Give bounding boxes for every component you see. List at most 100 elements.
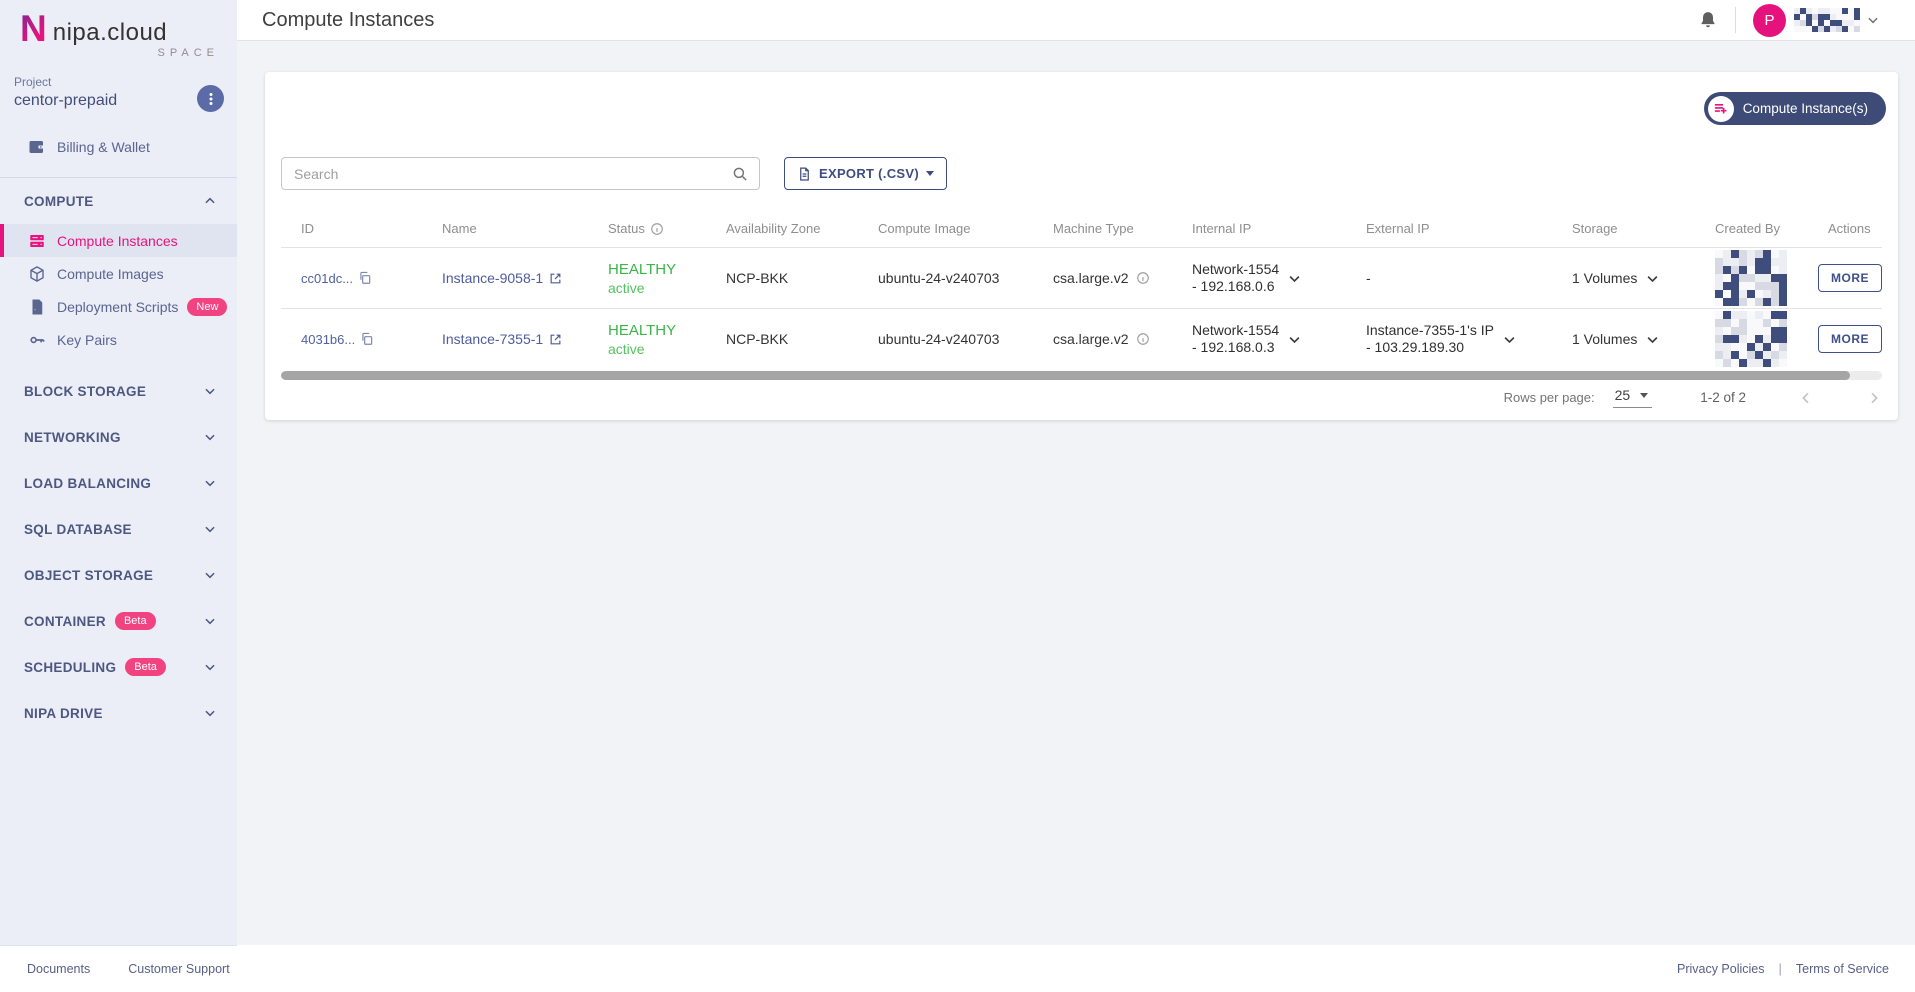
horizontal-scrollbar[interactable] (281, 371, 1882, 380)
more-actions-button[interactable]: MORE (1818, 325, 1882, 353)
avatar-initial: P (1764, 11, 1775, 29)
header-divider (1735, 7, 1736, 33)
account-menu-button[interactable] (1866, 13, 1880, 27)
instance-name-link[interactable]: Instance-7355-1 (442, 331, 588, 347)
sidebar-item-label: Compute Images (57, 265, 164, 282)
chevron-down-icon (205, 665, 215, 671)
external-ip-cell: Instance-7355-1's IP - 103.29.189.30 (1346, 322, 1552, 356)
instances-card: Compute Instance(s) EXPORT (.CSV) ID Nam… (265, 72, 1898, 420)
external-ip-dropdown[interactable] (1502, 332, 1517, 347)
info-icon[interactable] (650, 222, 664, 236)
chevron-down-icon (205, 435, 215, 441)
playlist-add-icon (1715, 103, 1727, 114)
footer-separator: | (1778, 961, 1782, 976)
footer: Documents Customer Support Privacy Polic… (0, 945, 1915, 992)
copy-icon[interactable] (358, 271, 372, 285)
chevron-down-icon (205, 573, 215, 579)
create-button-label: Compute Instance(s) (1742, 101, 1868, 116)
section-container[interactable]: CONTAINER Beta (0, 598, 237, 644)
sidebar-item-compute-images[interactable]: Compute Images (0, 257, 237, 290)
copy-icon[interactable] (360, 332, 374, 346)
zone-cell: NCP-BKK (726, 331, 789, 347)
section-scheduling[interactable]: SCHEDULING Beta (0, 644, 237, 690)
next-page-button[interactable] (1866, 390, 1882, 406)
storage-dropdown[interactable] (1645, 332, 1660, 347)
instance-name-link[interactable]: Instance-9058-1 (442, 270, 588, 286)
page-title: Compute Instances (262, 8, 435, 31)
section-object-storage[interactable]: OBJECT STORAGE (0, 552, 237, 598)
instance-id-link[interactable]: 4031b6... (301, 332, 422, 347)
status-value: HEALTHY (608, 321, 677, 339)
status-sub-value: active (608, 279, 645, 296)
section-compute[interactable]: COMPUTE (0, 178, 237, 224)
privacy-policies-link[interactable]: Privacy Policies (1677, 962, 1765, 976)
search-input[interactable] (294, 165, 731, 182)
export-file-icon (800, 166, 809, 181)
sidebar-item-label: Key Pairs (57, 331, 117, 348)
chevron-down-icon (205, 527, 215, 533)
status-sub-value: active (608, 340, 645, 357)
status-value: HEALTHY (608, 260, 677, 278)
chevron-left-icon (1802, 392, 1809, 403)
caret-down-icon (1640, 392, 1649, 398)
brand-sub: SPACE (157, 47, 219, 60)
info-icon[interactable] (1136, 332, 1150, 346)
more-actions-button[interactable]: MORE (1818, 264, 1882, 292)
brand-n-mark: N (20, 8, 47, 49)
chevron-down-icon (205, 619, 215, 625)
project-label: Project (14, 75, 52, 90)
external-ip-cell: - (1366, 270, 1371, 286)
chevron-down-icon (1868, 17, 1878, 24)
internal-ip-cell: Network-1554- 192.168.0.3 (1172, 322, 1346, 356)
section-networking[interactable]: NETWORKING (0, 414, 237, 460)
section-sql-database[interactable]: SQL DATABASE (0, 506, 237, 552)
image-cell: ubuntu-24-v240703 (878, 270, 1000, 286)
sidebar-item-label: Compute Instances (57, 232, 178, 249)
chevron-down-icon (1647, 275, 1658, 282)
internal-ip-dropdown[interactable] (1287, 271, 1302, 286)
chevron-down-icon (205, 389, 215, 395)
info-icon[interactable] (1136, 271, 1150, 285)
notifications-button[interactable] (1698, 9, 1718, 31)
rows-per-page-label: Rows per page: (1503, 390, 1595, 405)
chevron-down-icon (1504, 336, 1515, 343)
footer-left: Documents Customer Support (0, 945, 237, 992)
create-compute-instance-button[interactable]: Compute Instance(s) (1703, 92, 1886, 125)
internal-ip-cell: Network-1554- 192.168.0.6 (1172, 261, 1346, 295)
redacted-created-by (1715, 311, 1787, 367)
chevron-down-icon (205, 481, 215, 487)
section-load-balancing[interactable]: LOAD BALANCING (0, 460, 237, 506)
brand-logo[interactable]: N nipa.cloud SPACE (0, 0, 237, 59)
export-csv-button[interactable]: EXPORT (.CSV) (784, 157, 947, 190)
terms-of-service-link[interactable]: Terms of Service (1796, 962, 1889, 976)
sidebar-item-deployment-scripts[interactable]: Deployment Scripts New (0, 290, 237, 323)
section-label: COMPUTE (24, 193, 94, 209)
col-header-storage: Storage (1572, 221, 1618, 236)
rows-per-page-select[interactable]: 25 (1612, 387, 1653, 408)
section-label: SQL DATABASE (24, 521, 132, 537)
brand-name: nipa.cloud (52, 19, 168, 47)
footer-right: Privacy Policies | Terms of Service (1677, 961, 1915, 976)
actions-cell: MORE (1808, 325, 1882, 353)
documents-link[interactable]: Documents (27, 962, 90, 976)
table-row: 4031b6... Instance-7355-1 HEALTHY active… (281, 308, 1882, 369)
export-button-label: EXPORT (.CSV) (819, 166, 919, 181)
scrollbar-thumb[interactable] (281, 371, 1850, 380)
pagination: Rows per page: 25 1-2 of 2 (1504, 387, 1882, 408)
section-block-storage[interactable]: BLOCK STORAGE (0, 368, 237, 414)
section-nipa-drive[interactable]: NIPA DRIVE (0, 690, 237, 736)
previous-page-button[interactable] (1798, 390, 1814, 406)
storage-dropdown[interactable] (1645, 271, 1660, 286)
internal-ip-dropdown[interactable] (1287, 332, 1302, 347)
sidebar-item-key-pairs[interactable]: Key Pairs (0, 323, 237, 356)
sidebar-item-label: Billing & Wallet (57, 138, 150, 155)
sidebar-item-compute-instances[interactable]: Compute Instances (0, 224, 237, 258)
avatar[interactable]: P (1753, 3, 1786, 37)
redacted-created-by (1715, 250, 1787, 306)
sidebar-item-billing[interactable]: Billing & Wallet (0, 130, 237, 163)
section-label: CONTAINER (24, 613, 106, 629)
main-content: Compute Instance(s) EXPORT (.CSV) ID Nam… (237, 41, 1915, 945)
customer-support-link[interactable]: Customer Support (128, 962, 229, 976)
instance-id-link[interactable]: cc01dc... (301, 271, 422, 286)
cube-icon (30, 265, 44, 282)
